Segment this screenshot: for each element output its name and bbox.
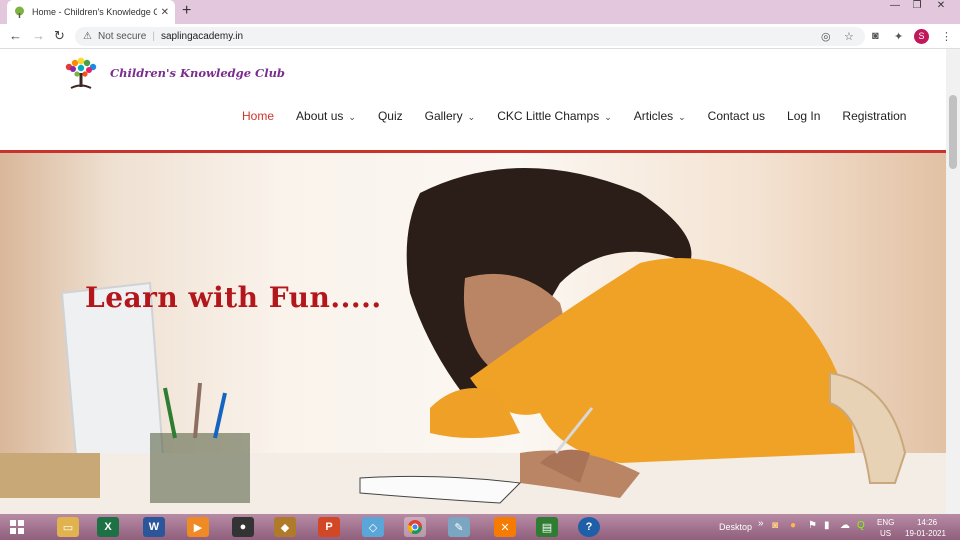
chevron-down-icon: ⌄ — [348, 112, 356, 122]
chevron-down-icon: ⌄ — [604, 112, 612, 122]
window-close-icon[interactable]: ✕ — [930, 0, 952, 14]
menu-icon[interactable]: ⋮ — [941, 30, 952, 43]
page-scrollbar[interactable] — [946, 49, 960, 514]
tray-app-icon[interactable]: ◙ — [772, 520, 778, 531]
app-icon[interactable]: ◆ — [274, 517, 296, 537]
region-label[interactable]: US — [880, 529, 891, 538]
help-icon[interactable]: ? — [578, 517, 600, 537]
signal-icon[interactable]: ▮ — [824, 520, 830, 531]
forward-icon[interactable]: → — [32, 28, 45, 43]
warning-icon[interactable]: ⚠ — [83, 31, 92, 42]
hero-banner: Learn with Fun..... — [0, 153, 946, 514]
chevron-right-icon[interactable]: » — [758, 518, 764, 529]
scrollbar-thumb[interactable] — [949, 95, 957, 169]
back-icon[interactable]: ← — [9, 28, 22, 43]
powerpoint-icon[interactable]: P — [318, 517, 340, 537]
new-tab-button[interactable]: + — [182, 2, 191, 20]
nav-label: Quiz — [377, 109, 403, 123]
nav-quiz[interactable]: Quiz — [378, 109, 403, 123]
address-bar[interactable]: ⚠ Not secure | saplingacademy.in — [75, 27, 865, 46]
xampp-icon[interactable]: ✕ — [494, 517, 516, 537]
nav-log-in[interactable]: Log In — [787, 109, 820, 123]
desktop-toolbar-label[interactable]: Desktop — [719, 522, 752, 532]
nav-label: Articles — [633, 109, 674, 123]
nav-gallery[interactable]: Gallery ⌄ — [425, 109, 476, 123]
hero-image — [0, 168, 946, 514]
main-navigation: Home About us ⌄ Quiz Gallery ⌄ CKC Little … — [242, 109, 928, 123]
windows-start-icon[interactable] — [6, 517, 28, 537]
chrome-icon[interactable] — [404, 517, 426, 537]
tray-app-icon[interactable]: ● — [790, 520, 796, 531]
nav-about-us[interactable]: About us ⌄ — [296, 109, 356, 123]
nav-home[interactable]: Home — [242, 109, 274, 123]
close-tab-icon[interactable]: ✕ — [161, 7, 169, 18]
nav-ckc-little-champs[interactable]: CKC Little Champs ⌄ — [497, 109, 612, 123]
reload-icon[interactable]: ↻ — [54, 28, 65, 44]
nav-articles[interactable]: Articles ⌄ — [634, 109, 686, 123]
star-icon[interactable]: ☆ — [844, 30, 854, 43]
site-favicon-icon — [13, 6, 26, 19]
minimize-icon[interactable]: — — [884, 0, 906, 14]
nav-label: CKC Little Champs — [497, 109, 600, 123]
cloud-icon[interactable]: ☁ — [840, 520, 850, 531]
site-brand-name[interactable]: Children's Knowledge Club — [110, 66, 285, 80]
restore-icon[interactable]: ❐ — [906, 0, 928, 14]
paint-icon[interactable]: ✎ — [448, 517, 470, 537]
flag-icon[interactable]: ⚑ — [808, 520, 817, 531]
browser-toolbar: ← → ↻ ⚠ Not secure | saplingacademy.in ◎… — [0, 24, 960, 49]
nav-contact-us[interactable]: Contact us — [708, 109, 765, 123]
web-page: Children's Knowledge Club Home About us ⌄… — [0, 49, 946, 514]
chevron-down-icon: ⌄ — [467, 112, 476, 122]
profile-avatar[interactable]: S — [914, 29, 929, 44]
url-text: saplingacademy.in — [160, 31, 244, 42]
chart-app-icon[interactable]: ▤ — [536, 517, 558, 537]
media-player-icon[interactable]: ▶ — [187, 517, 209, 537]
browser-tab-strip: Home - Children's Knowledge Cl ✕ + — ❐ ✕ — [0, 0, 960, 24]
nav-label: About us — [296, 109, 344, 123]
hero-headline: Learn with Fun..... — [85, 281, 382, 314]
media-icon[interactable]: ● — [232, 517, 254, 537]
notes-icon[interactable]: ◇ — [362, 517, 384, 537]
windows-taskbar: ▭ X W ▶ ● ◆ P ◇ ✎ ✕ ▤ ? Desktop » ◙ ● ⚑ … — [0, 514, 960, 540]
site-logo[interactable] — [57, 55, 105, 91]
tab-title: Home - Children's Knowledge Cl — [32, 7, 157, 17]
tray-q-icon[interactable]: Q — [857, 520, 865, 531]
clock-time[interactable]: 14:26 — [917, 518, 937, 527]
eye-off-icon[interactable]: ◎ — [821, 30, 831, 43]
chevron-down-icon: ⌄ — [678, 112, 686, 122]
clock-date[interactable]: 19-01-2021 — [905, 529, 946, 538]
excel-icon[interactable]: X — [97, 517, 119, 537]
word-icon[interactable]: W — [143, 517, 165, 537]
browser-tab[interactable]: Home - Children's Knowledge Cl ✕ — [7, 0, 175, 24]
file-explorer-icon[interactable]: ▭ — [57, 517, 79, 537]
nav-label: Home — [242, 109, 275, 123]
nav-registration[interactable]: Registration — [842, 109, 906, 123]
divider: | — [152, 31, 155, 42]
nav-label: Log In — [787, 109, 821, 123]
extensions-icon[interactable]: ✦ — [894, 30, 903, 43]
nav-label: Registration — [842, 109, 907, 123]
nav-label: Gallery — [424, 109, 463, 123]
nav-label: Contact us — [707, 109, 766, 123]
language-label[interactable]: ENG — [877, 518, 894, 527]
not-secure-label: Not secure — [97, 31, 147, 42]
camera-icon[interactable]: ◙ — [872, 30, 879, 42]
